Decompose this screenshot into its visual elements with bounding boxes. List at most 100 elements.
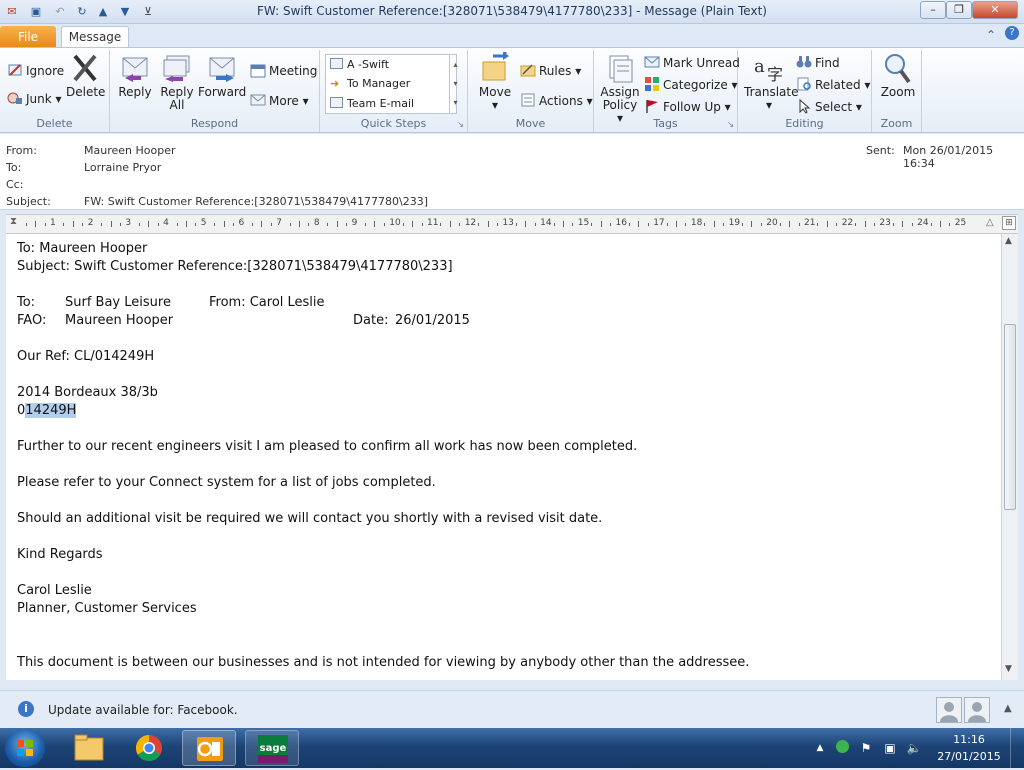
previous-item-icon[interactable]: ▲ [95,4,111,20]
ruler-tick [270,223,272,226]
assign-policy-button[interactable]: Assign Policy ▾ [598,52,642,125]
help-icon[interactable]: ? [1005,26,1019,40]
ruler-tick [600,221,602,227]
reply-all-button[interactable]: Reply All [158,52,196,112]
select-button[interactable]: Select ▾ [796,98,862,116]
person-avatar-icon-2[interactable] [964,697,990,723]
translate-button[interactable]: a字 Translate ▾ [744,52,799,112]
subject-label: Subject: [6,195,51,208]
meeting-button[interactable]: Meeting [250,62,317,80]
person-avatar-icon[interactable] [936,697,962,723]
quick-steps-scroll[interactable]: ▴ ▾ ▾ [449,55,461,113]
rules-button[interactable]: Rules ▾ [520,62,581,80]
ruler-number: 8 [313,218,320,228]
minimize-button[interactable]: – [920,1,946,19]
ruler-number: 9 [351,218,358,228]
follow-up-button[interactable]: Follow Up ▾ [644,98,731,116]
related-button[interactable]: Related ▾ [796,76,870,94]
mark-unread-button[interactable]: Mark Unread [644,54,740,72]
ruler-tick [902,221,904,227]
volume-icon[interactable]: 🔈 [906,740,922,756]
next-item-icon[interactable]: ▼ [117,4,133,20]
magnifier-icon [885,54,911,84]
network-icon[interactable]: ▣ [882,740,898,756]
update-notice[interactable]: Update available for: Facebook. [48,703,238,717]
collapse-ribbon-icon[interactable]: ⌃ [986,28,996,42]
taskbar-outlook[interactable] [182,730,236,766]
ruler: ⧗ 1 2 3 4 5 6 7 8 9 10 11 12 13 14 15 16 17 18 19 20 21 22 23 2… [6,214,1018,234]
delete-button[interactable]: Delete [66,52,105,99]
junk-button[interactable]: Junk ▾ [7,90,62,108]
to-value[interactable]: Lorraine Pryor [84,161,161,174]
ribbon: Ignore Junk ▾ Delete Delete Reply Reply A… [0,47,1024,133]
quick-step-to-manager[interactable]: ➜ To Manager [330,75,410,93]
from-value[interactable]: Maureen Hooper [84,144,176,157]
junk-icon [7,92,22,104]
forward-button[interactable]: Forward [198,52,246,99]
ignore-button[interactable]: Ignore [7,62,64,80]
undo-icon[interactable]: ↶ [52,4,68,20]
ruler-number: 14 [540,218,552,228]
ruler-tick [157,223,159,226]
scroll-up-icon[interactable]: ▲ [1005,236,1012,246]
ruler-tick [628,223,630,226]
ruler-tick [251,223,253,226]
start-button[interactable] [5,729,45,767]
move-button[interactable]: Move ▾ [474,52,516,112]
redo-icon[interactable]: ↻ [74,4,90,20]
actions-button[interactable]: Actions ▾ [520,92,593,110]
ruler-tick [374,221,376,227]
ruler-tick [119,223,121,226]
message-body[interactable]: To: Maureen Hooper Subject: Swift Custom… [6,234,1001,680]
quick-step-team-email[interactable]: Team E-mail [330,95,414,113]
ruler-tick [676,221,678,227]
close-button[interactable]: ✕ [972,1,1018,19]
dialog-launcher-icon[interactable]: ↘ [457,120,464,129]
ruler-tick [327,223,329,226]
tab-file[interactable]: File [0,26,56,48]
taskbar-chrome[interactable] [122,730,176,766]
clock-date[interactable]: 27/01/2015 [936,750,1002,763]
ruler-number: 13 [502,218,514,228]
tags-dialog-launcher-icon[interactable]: ↘ [727,120,734,129]
windows-logo-icon [17,740,33,756]
ruler-number: 3 [125,218,132,228]
quick-step-swift[interactable]: A -Swift [330,56,389,74]
taskbar-explorer[interactable] [62,730,116,766]
body-disclaimer: This document is between our businesses … [17,655,750,670]
quick-steps-gallery: A -Swift ➜ To Manager Team E-mail [325,54,457,114]
taskbar-sage[interactable]: sage [245,730,299,766]
reply-button[interactable]: Reply [116,52,154,99]
ruler-tick [873,223,875,226]
ruler-number: 6 [238,218,245,228]
ruler-number: 23 [879,218,891,228]
customize-toolbar-icon[interactable]: ⊻ [140,4,156,20]
find-button[interactable]: Find [796,54,840,72]
indent-marker-icon[interactable]: ⧗ [10,216,17,227]
group-label-move: Move [515,117,546,130]
body-date-value: 26/01/2015 [395,313,470,328]
zoom-button[interactable]: Zoom [878,52,918,99]
body-paragraph-2: Please refer to your Connect system for … [17,475,436,490]
categorize-button[interactable]: Categorize ▾ [644,76,738,94]
right-indent-icon[interactable]: △ [986,217,994,228]
quick-step-arrow-icon: ➜ [330,77,340,90]
show-hidden-icons[interactable]: ▲ [812,740,828,756]
show-desktop-button[interactable] [1010,728,1024,768]
maximize-button[interactable]: ❐ [946,1,972,19]
vertical-scrollbar[interactable]: ▲ ▼ [1001,234,1018,680]
expand-people-pane-icon[interactable]: ▲ [1004,703,1012,714]
clock-time[interactable]: 11:16 [936,733,1002,746]
scroll-thumb[interactable] [1004,324,1016,510]
scroll-down-icon[interactable]: ▼ [1005,664,1012,674]
ruler-tick [195,223,197,226]
outlook-app-icon[interactable]: ✉ [4,4,20,20]
tab-message[interactable]: Message [61,26,129,48]
view-ruler-icon[interactable]: ⊞ [1002,216,1016,230]
action-center-flag-icon[interactable]: ⚑ [858,740,874,756]
save-icon[interactable]: ▣ [28,4,44,20]
selected-text[interactable]: 14249H [25,403,77,418]
more-respond-button[interactable]: More ▾ [250,92,309,110]
green-status-icon[interactable] [834,740,850,756]
meeting-icon [250,64,266,78]
